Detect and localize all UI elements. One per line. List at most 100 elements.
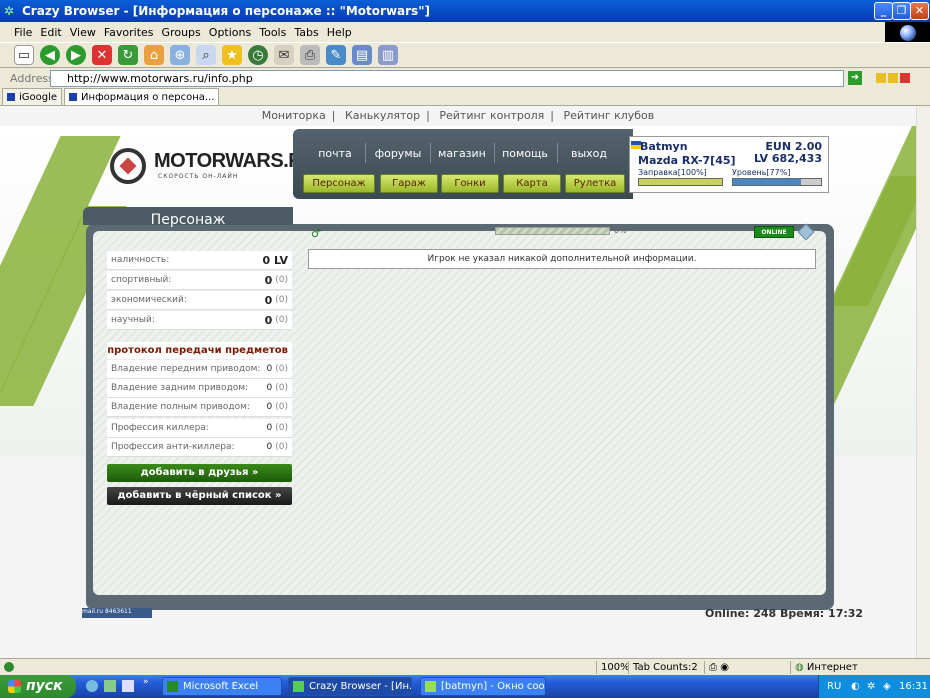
nav-help[interactable]: помощь xyxy=(501,147,549,160)
skill-row: Профессия киллера: 0 (0) xyxy=(107,419,292,438)
quicklaunch-desktop-icon[interactable] xyxy=(122,680,134,692)
restore-tab-icon[interactable] xyxy=(888,73,898,83)
user-car: Mazda RX-7[45] xyxy=(638,154,736,167)
site-logo[interactable]: MOTORWARS.RU СКОРОСТЬ ОН-ЛАЙН xyxy=(110,146,317,186)
tray-app-icon[interactable]: ✲ xyxy=(867,675,875,698)
add-friend-button[interactable]: добавить в друзья » xyxy=(107,464,292,482)
start-button[interactable]: пуск xyxy=(0,675,76,698)
menu-file[interactable]: File xyxy=(14,26,32,39)
ready-icon xyxy=(4,662,14,672)
edit-icon[interactable]: ✎ xyxy=(326,45,346,65)
system-tray: RU ◐ ✲ ◈ 16:31 xyxy=(818,675,930,698)
excel-icon xyxy=(167,681,178,692)
skill-row: Профессия анти-киллера: 0 (0) xyxy=(107,438,292,457)
forward-icon[interactable]: ▶ xyxy=(66,45,86,65)
menu-tabs[interactable]: Tabs xyxy=(294,26,318,39)
decor-leaf xyxy=(828,126,916,306)
go-icon[interactable]: ➜ xyxy=(848,71,862,85)
nav-logout[interactable]: выход xyxy=(565,147,613,160)
nav-shop[interactable]: магазин xyxy=(437,147,487,160)
tab-favicon xyxy=(7,93,15,101)
tab-counts: Tab Counts:2 xyxy=(628,661,704,674)
quicklaunch-ie-icon[interactable] xyxy=(86,680,98,692)
fuel-bar-fill xyxy=(639,179,722,185)
online-badge: ONLINE xyxy=(754,226,794,238)
search-icon[interactable]: ⌕ xyxy=(196,45,216,65)
tab-character-info[interactable]: Информация о персона... xyxy=(64,88,220,105)
mail-icon[interactable]: ✉ xyxy=(274,45,294,65)
topnav-monitor[interactable]: Мониторка xyxy=(262,109,326,122)
tray-volume-icon[interactable]: ◈ xyxy=(883,675,891,698)
task-chat-window[interactable]: [batmyn] - Окно соо... xyxy=(420,677,546,696)
zoom-icon[interactable]: ⊕ xyxy=(170,45,190,65)
stop-icon[interactable]: ✕ xyxy=(92,45,112,65)
btn-races[interactable]: Гонки xyxy=(441,174,499,193)
vertical-scrollbar[interactable] xyxy=(916,106,930,658)
btn-roulette[interactable]: Рулетка xyxy=(565,174,625,193)
topnav-club-rating[interactable]: Рейтинг клубов xyxy=(564,109,655,122)
refresh-icon[interactable]: ↻ xyxy=(118,45,138,65)
skill-row: Владение передним приводом: 0 (0) xyxy=(107,360,292,379)
skill-row: Владение задним приводом: 0 (0) xyxy=(107,379,292,398)
close-button[interactable]: ✕ xyxy=(910,2,929,20)
windows-logo-icon xyxy=(8,680,21,693)
columns-icon[interactable]: ▥ xyxy=(378,45,398,65)
mailru-counter[interactable]: mail.ru 8463611 xyxy=(82,608,152,618)
topnav-control-rating[interactable]: Рейтинг контроля xyxy=(439,109,544,122)
status-bar: 100% Tab Counts:2 ⎙ ◉ ◍ Интернет xyxy=(0,658,930,675)
add-blacklist-button[interactable]: добавить в чёрный список » xyxy=(107,487,292,505)
tray-network-icon[interactable]: ◐ xyxy=(851,675,860,698)
character-panel-header: Персонаж xyxy=(83,207,293,228)
web-content: Мониторка | Канькулятор | Рейтинг контроля… xyxy=(0,106,916,658)
globe-icon xyxy=(899,25,916,41)
nav-mail[interactable]: почта xyxy=(315,147,355,160)
tab-igoogle[interactable]: iGoogle xyxy=(2,88,63,105)
language-indicator[interactable]: RU xyxy=(827,675,841,698)
btn-map[interactable]: Карта xyxy=(503,174,561,193)
security-zone: ◍ Интернет xyxy=(790,661,910,674)
btn-character[interactable]: Персонаж xyxy=(303,174,375,193)
window-layout-icon[interactable]: ▤ xyxy=(352,45,372,65)
favorites-icon[interactable]: ★ xyxy=(222,45,242,65)
close-tab-icon[interactable] xyxy=(900,73,910,83)
address-label: Address xyxy=(10,71,54,85)
male-gender-icon: ♂ xyxy=(311,227,321,240)
item-transfer-protocol-link[interactable]: протокол передачи предметов » xyxy=(107,342,292,373)
site-top-nav: Мониторка | Канькулятор | Рейтинг контроля… xyxy=(261,109,655,122)
menu-view[interactable]: View xyxy=(70,26,96,39)
crazy-browser-icon xyxy=(293,681,304,692)
progress-percent: 0% xyxy=(614,226,627,235)
chat-icon xyxy=(425,681,436,692)
btn-garage[interactable]: Гараж xyxy=(380,174,438,193)
experience-progress-bar xyxy=(495,227,610,235)
task-crazy-browser[interactable]: Crazy Browser - [Ин... xyxy=(288,677,412,696)
topnav-calculator[interactable]: Канькулятор xyxy=(345,109,420,122)
task-excel[interactable]: Microsoft Excel xyxy=(162,677,282,696)
back-icon[interactable]: ◀ xyxy=(40,45,60,65)
maximize-button[interactable]: ❐ xyxy=(892,2,911,20)
min-tab-icon[interactable] xyxy=(876,73,886,83)
menu-favorites[interactable]: Favorites xyxy=(104,26,154,39)
user-info-box: Batmyn Mazda RX-7[45] EUN 2.00 LV 682,43… xyxy=(629,136,829,193)
quicklaunch-expand-icon[interactable]: » xyxy=(143,677,149,687)
online-time: Online: 248 Время: 17:32 xyxy=(705,607,864,620)
zoom-level[interactable]: 100% xyxy=(596,661,630,674)
tab-bar: iGoogle Информация о персона... xyxy=(0,88,930,106)
history-icon[interactable]: ◷ xyxy=(248,45,268,65)
menu-help[interactable]: Help xyxy=(327,26,352,39)
address-input[interactable] xyxy=(50,69,844,87)
minimize-button[interactable]: _ xyxy=(874,2,893,20)
no-info-message: Игрок не указал никакой дополнительной и… xyxy=(308,249,816,269)
nav-forums[interactable]: форумы xyxy=(371,147,425,160)
menu-tools[interactable]: Tools xyxy=(259,26,286,39)
print-icon[interactable]: ⎙ xyxy=(300,45,320,65)
tab-favicon xyxy=(69,93,78,101)
menu-options[interactable]: Options xyxy=(209,26,251,39)
eye-icon: ◉ xyxy=(720,662,729,673)
user-name[interactable]: Batmyn xyxy=(640,140,688,153)
menu-groups[interactable]: Groups xyxy=(162,26,201,39)
quicklaunch-browser-icon[interactable] xyxy=(104,680,116,692)
menu-edit[interactable]: Edit xyxy=(40,26,61,39)
new-page-icon[interactable]: ▭ xyxy=(14,45,34,65)
home-icon[interactable]: ⌂ xyxy=(144,45,164,65)
